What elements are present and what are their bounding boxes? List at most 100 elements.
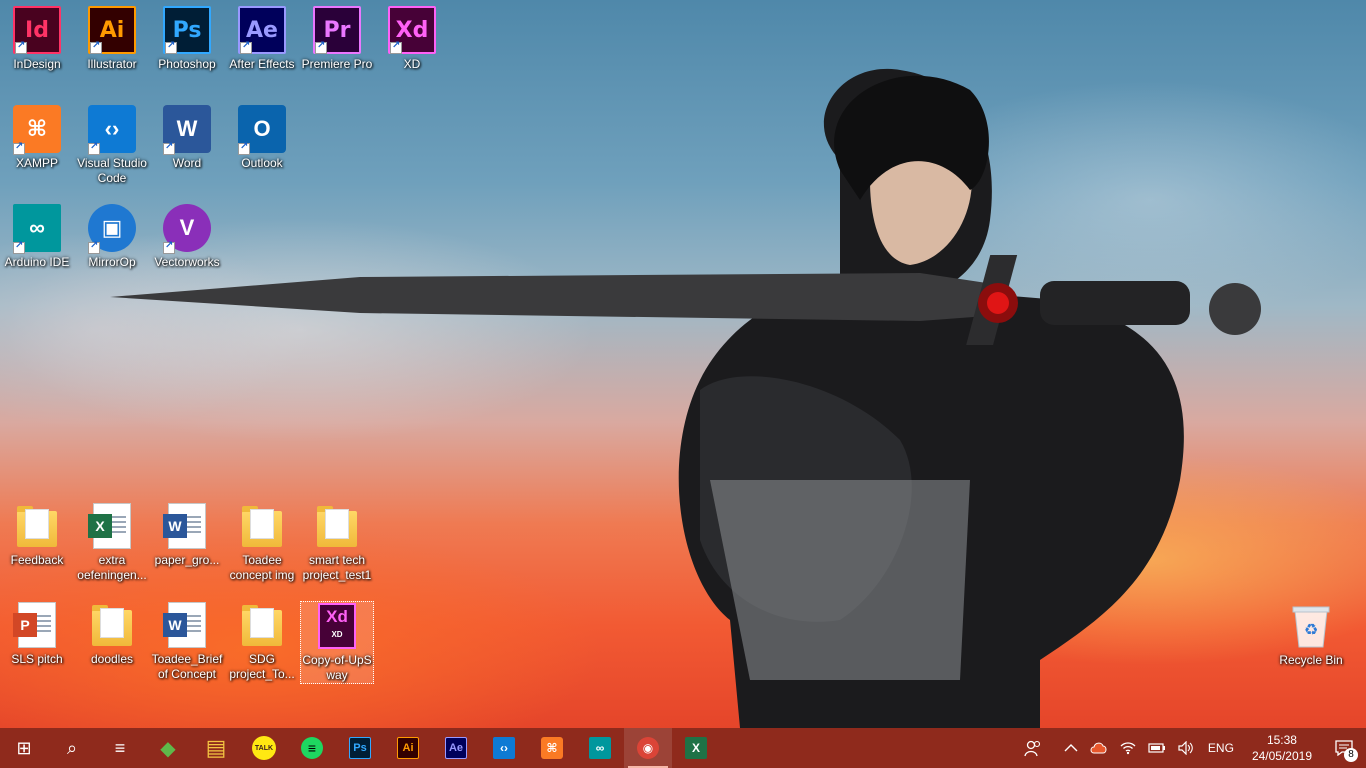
taskbar-spotify-button[interactable]: ≡: [288, 728, 336, 768]
desktop-icon-label: After Effects: [229, 57, 295, 71]
shortcut-arrow-icon: [88, 240, 100, 254]
taskbar-task-view-button[interactable]: ≡: [96, 728, 144, 768]
taskbar-file-explorer-button[interactable]: ▤: [192, 728, 240, 768]
word-file-icon: W: [163, 502, 211, 550]
desktop-shortcut-after-effects[interactable]: Ae After Effects: [225, 6, 299, 72]
desktop-icon-label: Photoshop: [158, 57, 216, 71]
desktop-file-label: smart tech project_test1: [302, 553, 372, 582]
clock[interactable]: 15:38 24/05/2019: [1242, 732, 1322, 764]
shortcut-arrow-icon: [13, 240, 25, 254]
wallpaper-knight-figure: [678, 68, 1184, 728]
recycle-bin-icon: ♻: [1287, 602, 1335, 650]
folder-icon: [88, 601, 136, 649]
taskbar-vscode-button[interactable]: ‹›: [480, 728, 528, 768]
xd-icon: Xd: [388, 6, 436, 54]
desktop-shortcut-xampp[interactable]: ⌘XAMPP: [0, 105, 74, 171]
clock-date: 24/05/2019: [1251, 749, 1312, 763]
desktop-shortcut-xd[interactable]: Xd XD: [375, 6, 449, 72]
taskbar-search-button[interactable]: ⌕: [48, 728, 96, 768]
desktop-shortcut-mirrorop[interactable]: ▣MirrorOp: [75, 204, 149, 270]
word-icon: W: [163, 105, 211, 155]
desktop-file-item[interactable]: Toadee concept img: [225, 502, 299, 583]
desktop-file-item[interactable]: Xextra oefeningen...: [75, 502, 149, 583]
xampp-icon: ⌘: [13, 105, 61, 155]
taskbar-excel-button[interactable]: X: [672, 728, 720, 768]
system-tray: ENG 15:38 24/05/2019 8: [1018, 728, 1366, 768]
shortcut-arrow-icon: [240, 40, 252, 54]
premiere-pro-icon: Pr: [313, 6, 361, 54]
desktop-icon-label: Visual Studio Code: [77, 156, 147, 185]
taskbar-illustrator-button[interactable]: Ai: [384, 728, 432, 768]
wallpaper-sword: [110, 255, 1261, 345]
shortcut-arrow-icon: [238, 141, 250, 155]
arduino-icon: ∞: [13, 204, 61, 254]
desktop-file-item[interactable]: Wpaper_gro...: [150, 502, 224, 568]
volume-icon[interactable]: [1172, 728, 1200, 768]
arduino-icon: ∞: [589, 737, 611, 759]
recycle-bin[interactable]: ♻ Recycle Bin: [1274, 602, 1348, 668]
desktop-shortcut-photoshop[interactable]: Ps Photoshop: [150, 6, 224, 72]
desktop-icon-label: MirrorOp: [88, 255, 136, 269]
search-icon: ⌕: [66, 737, 78, 758]
shortcut-arrow-icon: [315, 40, 327, 54]
taskbar-photoshop-button[interactable]: Ps: [336, 728, 384, 768]
desktop-shortcut-illustrator[interactable]: Ai Illustrator: [75, 6, 149, 72]
taskbar-xampp-button[interactable]: ⌘: [528, 728, 576, 768]
desktop-icon-label: Outlook: [241, 156, 283, 170]
chevron-up-icon[interactable]: [1058, 728, 1084, 768]
indesign-icon: Id: [13, 6, 61, 54]
taskbar-chrome-button[interactable]: ◉: [624, 728, 672, 768]
desktop-shortcut-outlook[interactable]: OOutlook: [225, 105, 299, 171]
desktop-file-label: Feedback: [10, 553, 64, 567]
cloud-sync-icon[interactable]: [1084, 728, 1114, 768]
shortcut-arrow-icon: [13, 141, 25, 155]
after-effects-icon: Ae: [445, 737, 467, 759]
desktop-shortcut-vscode[interactable]: ‹›Visual Studio Code: [75, 105, 149, 186]
sims-icon: ◆: [160, 737, 176, 760]
desktop-file-item[interactable]: Feedback: [0, 502, 74, 568]
people-icon[interactable]: [1018, 728, 1048, 768]
desktop-file-label: SDG project_To...: [229, 652, 295, 681]
taskbar-arduino-button[interactable]: ∞: [576, 728, 624, 768]
folder-icon: [313, 502, 361, 550]
taskbar-sims-button[interactable]: ◆: [144, 728, 192, 768]
excel-icon: X: [685, 737, 707, 759]
desktop-file-item[interactable]: P SLS pitch: [0, 601, 74, 667]
desktop-shortcut-indesign[interactable]: Id InDesign: [0, 6, 74, 72]
shortcut-arrow-icon: [163, 240, 175, 254]
outlook-icon: O: [238, 105, 286, 155]
taskbar-kakaotalk-button[interactable]: TALK: [240, 728, 288, 768]
desktop-file-item[interactable]: SDG project_To...: [225, 601, 299, 682]
photoshop-icon: Ps: [163, 6, 211, 54]
folder-icon: [13, 502, 61, 550]
taskbar-start-button[interactable]: ⊞: [0, 728, 48, 768]
desktop-file-item[interactable]: Xd XD Copy-of-UpS way: [300, 601, 374, 684]
desktop-shortcut-arduino[interactable]: ∞Arduino IDE: [0, 204, 74, 270]
kakaotalk-icon: TALK: [252, 736, 276, 760]
desktop-icon-label: Vectorworks: [154, 255, 220, 269]
desktop-shortcut-word[interactable]: WWord: [150, 105, 224, 171]
desktop-icon-label: Premiere Pro: [301, 57, 373, 71]
action-center-button[interactable]: 8: [1322, 728, 1366, 768]
desktop-file-item[interactable]: smart tech project_test1: [300, 502, 374, 583]
desktop-icon-label: Arduino IDE: [4, 255, 70, 269]
shortcut-arrow-icon: [390, 40, 402, 54]
language-indicator[interactable]: ENG: [1200, 728, 1242, 768]
shortcut-arrow-icon: [90, 40, 102, 54]
spotify-icon: ≡: [301, 737, 323, 759]
wifi-icon[interactable]: [1114, 728, 1142, 768]
desktop-icon-label: XAMPP: [15, 156, 58, 170]
desktop-file-label: Toadee concept img: [229, 553, 295, 582]
clock-time: 15:38: [1266, 733, 1297, 747]
after-effects-icon: Ae: [238, 6, 286, 54]
photoshop-icon: Ps: [349, 737, 371, 759]
desktop-file-label: Toadee_Brief of Concept: [151, 652, 223, 681]
battery-icon[interactable]: [1142, 728, 1172, 768]
task-view-icon: ≡: [114, 737, 126, 758]
desktop-file-item[interactable]: W Toadee_Brief of Concept: [150, 601, 224, 682]
desktop-shortcut-premiere-pro[interactable]: Pr Premiere Pro: [300, 6, 374, 72]
desktop-shortcut-vectorworks[interactable]: VVectorworks: [150, 204, 224, 270]
taskbar-after-effects-button[interactable]: Ae: [432, 728, 480, 768]
desktop-file-item[interactable]: doodles: [75, 601, 149, 667]
recycle-bin-label: Recycle Bin: [1279, 653, 1343, 667]
